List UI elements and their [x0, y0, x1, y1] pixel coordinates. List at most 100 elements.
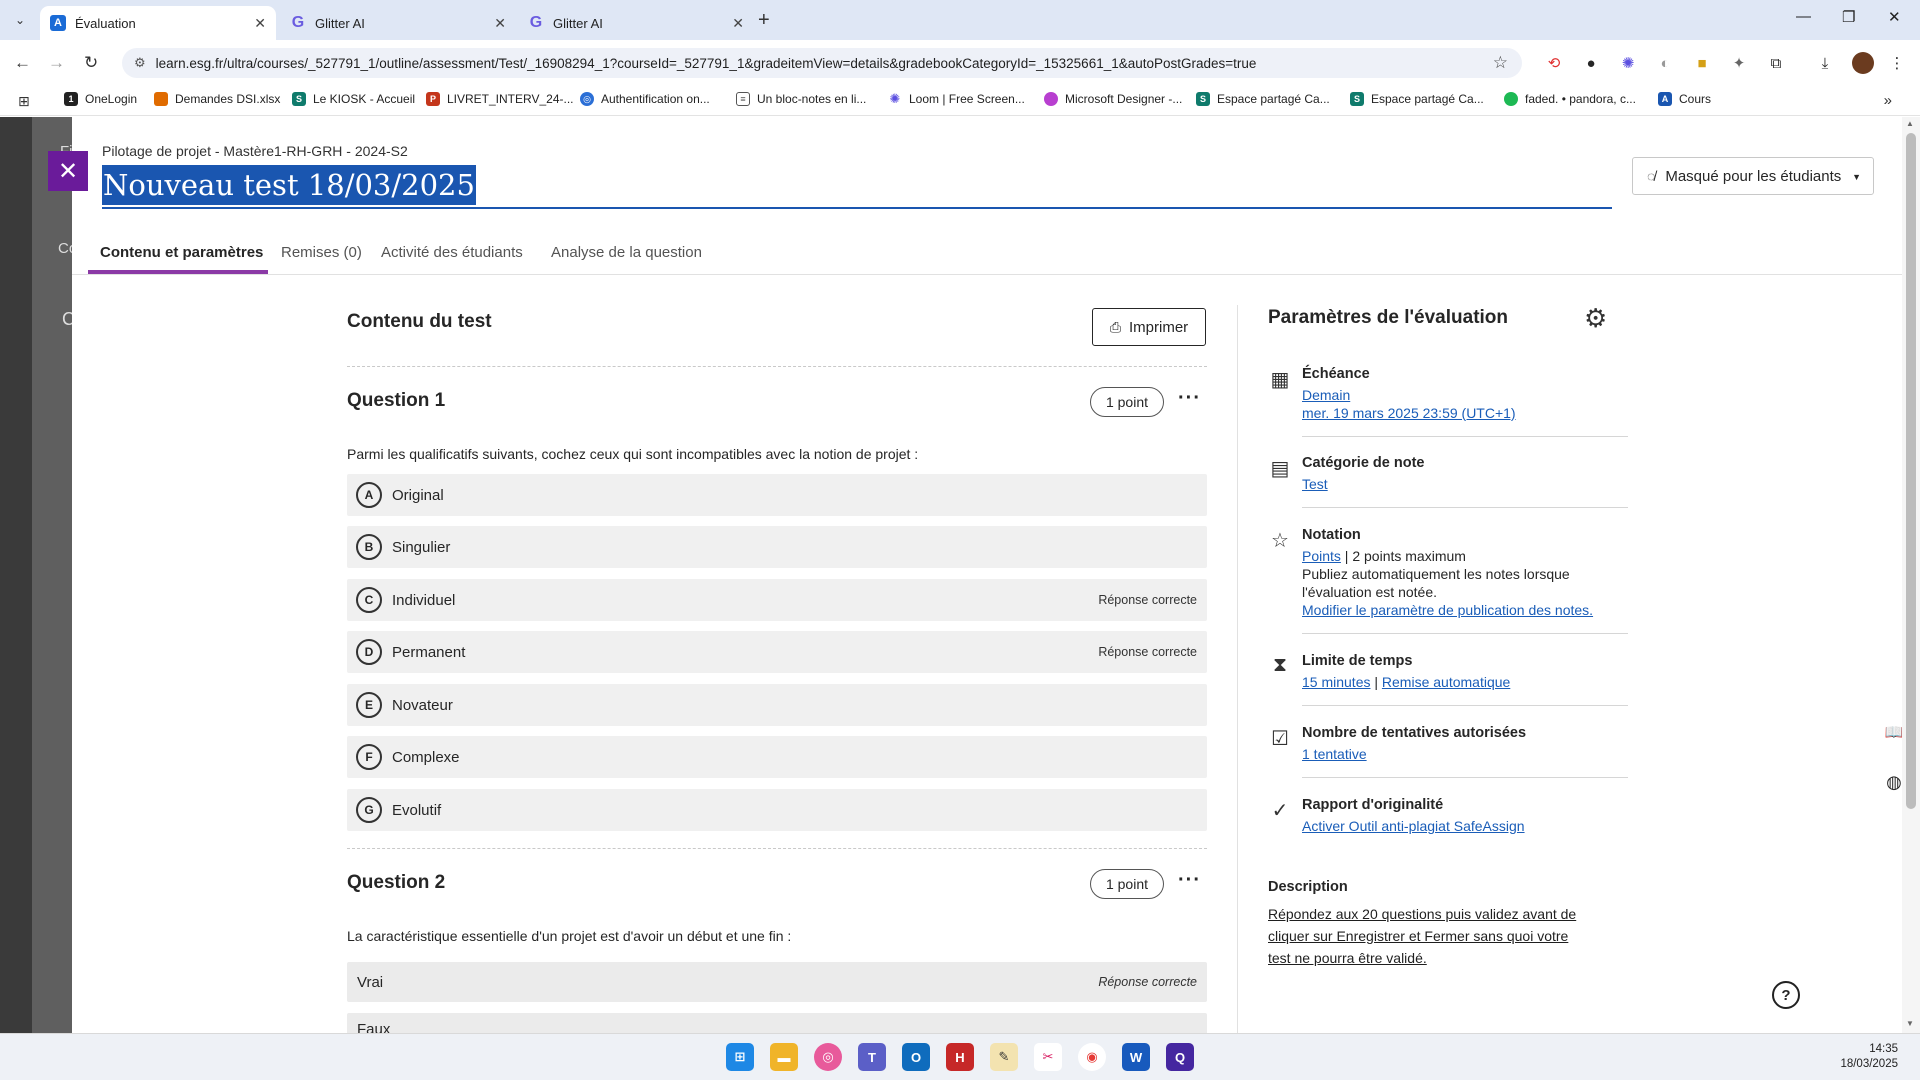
- snipping-tool-icon[interactable]: ✂: [1034, 1043, 1062, 1071]
- loom-icon: ✺: [888, 91, 902, 106]
- bookmark-demandes-dsi[interactable]: Demandes DSI.xlsx: [154, 92, 280, 106]
- divider: [1302, 507, 1628, 508]
- browser-menu-icon[interactable]: ⋮: [1886, 52, 1908, 74]
- close-tab-icon[interactable]: ✕: [732, 15, 744, 32]
- grading-star-icon: ☆: [1271, 530, 1289, 552]
- download-icon[interactable]: ⤓: [1814, 52, 1836, 74]
- divider: [1302, 436, 1628, 437]
- tab-submissions[interactable]: Remises (0): [281, 244, 362, 261]
- address-bar[interactable]: ⚙ learn.esg.fr/ultra/courses/_527791_1/o…: [122, 48, 1522, 78]
- extension-icon-4[interactable]: ◐: [1654, 52, 1676, 74]
- page-scrollbar[interactable]: ▲ ▼: [1902, 117, 1920, 1033]
- word-icon[interactable]: W: [1122, 1043, 1150, 1071]
- safeassign-link[interactable]: Activer Outil anti-plagiat SafeAssign: [1302, 817, 1628, 835]
- help-icon[interactable]: ?: [1772, 981, 1800, 1009]
- bookmark-bloc-notes[interactable]: ≡ Un bloc-notes en li...: [736, 92, 866, 106]
- outlook-icon[interactable]: O: [902, 1043, 930, 1071]
- scroll-down-icon[interactable]: ▼: [1906, 1019, 1914, 1028]
- bookmark-kiosk[interactable]: S Le KIOSK - Accueil: [292, 92, 415, 106]
- extensions-puzzle-icon[interactable]: ⧉: [1765, 52, 1787, 74]
- attempts-link[interactable]: 1 tentative: [1302, 745, 1628, 763]
- file-explorer-icon[interactable]: ▬: [770, 1043, 798, 1071]
- answer-text: Individuel: [392, 591, 456, 609]
- spotify-icon: [1504, 92, 1518, 106]
- more-bookmarks-icon[interactable]: »: [1884, 92, 1892, 109]
- browser-tab-evaluation[interactable]: A Évaluation ✕: [40, 6, 276, 40]
- close-window-icon[interactable]: ✕: [1888, 8, 1901, 26]
- bookmark-spotify[interactable]: faded. • pandora, c...: [1504, 92, 1636, 106]
- windows-start-icon[interactable]: ⊞: [726, 1043, 754, 1071]
- browser-tab-glitter-1[interactable]: G Glitter AI ✕: [280, 6, 516, 40]
- bookmark-onelogin[interactable]: 1 OneLogin: [64, 92, 137, 106]
- bookmark-loom[interactable]: ✺ Loom | Free Screen...: [888, 91, 1025, 106]
- bookmark-label: Cours: [1679, 92, 1712, 106]
- new-tab-plus-icon[interactable]: +: [758, 9, 770, 32]
- chrome-icon[interactable]: ◉: [1078, 1043, 1106, 1071]
- bookmark-authentification[interactable]: ◎ Authentification on...: [580, 92, 710, 106]
- question-2-points[interactable]: 1 point: [1090, 869, 1164, 899]
- scrollbar-thumb[interactable]: [1906, 133, 1916, 809]
- q-app-icon[interactable]: Q: [1166, 1043, 1194, 1071]
- modify-publication-link[interactable]: Modifier le paramètre de publication des…: [1302, 601, 1628, 619]
- site-info-icon[interactable]: ⚙: [134, 55, 146, 71]
- time-limit-setting: ⧗ Limite de temps 15 minutes | Remise au…: [1268, 652, 1628, 691]
- extension-icon-5[interactable]: ■: [1691, 52, 1713, 74]
- due-date-link[interactable]: Demain: [1302, 386, 1628, 404]
- tab-question-analysis[interactable]: Analyse de la question: [551, 244, 702, 261]
- page-title[interactable]: Nouveau test 18/03/2025: [102, 165, 476, 205]
- tab-list-chevron-icon[interactable]: ⌄: [8, 8, 32, 32]
- bookmark-label: Espace partagé Ca...: [1217, 92, 1330, 106]
- extension-icon-3[interactable]: ✺: [1617, 52, 1639, 74]
- description-text[interactable]: Répondez aux 20 questions puis validez a…: [1268, 903, 1578, 969]
- grading-points-link[interactable]: Points: [1302, 548, 1341, 564]
- pencil-app-icon[interactable]: ✎: [990, 1043, 1018, 1071]
- letter-badge: F: [356, 744, 382, 770]
- test-content-heading: Contenu du test: [347, 311, 492, 332]
- gear-icon[interactable]: ⚙: [1584, 303, 1607, 334]
- bookmark-designer[interactable]: Microsoft Designer -...: [1044, 92, 1182, 106]
- grading-setting: ☆ Notation Points | 2 points maximum Pub…: [1268, 526, 1628, 619]
- bookmark-star-icon[interactable]: ☆: [1493, 53, 1508, 73]
- h-app-icon[interactable]: H: [946, 1043, 974, 1071]
- time-limit-link[interactable]: 15 minutes: [1302, 674, 1370, 690]
- teams-icon[interactable]: T: [858, 1043, 886, 1071]
- answer-option: Faux: [347, 1013, 1207, 1033]
- reload-icon[interactable]: ↻: [84, 53, 98, 73]
- grade-category-link[interactable]: Test: [1302, 475, 1628, 493]
- print-button[interactable]: ⎙ Imprimer: [1092, 308, 1206, 346]
- bookmark-espace-1[interactable]: S Espace partagé Ca...: [1196, 92, 1330, 106]
- photos-icon[interactable]: ◎: [814, 1043, 842, 1071]
- forward-arrow-icon[interactable]: →: [48, 53, 65, 73]
- question-1-more-icon[interactable]: ···: [1178, 387, 1201, 410]
- setting-label: Échéance: [1302, 366, 1370, 382]
- extension-icon-6[interactable]: ✦: [1728, 52, 1750, 74]
- question-2-more-icon[interactable]: ···: [1178, 869, 1201, 892]
- tab-student-activity[interactable]: Activité des étudiants: [381, 244, 523, 261]
- close-tab-icon[interactable]: ✕: [494, 15, 506, 32]
- bookmark-cours[interactable]: A Cours: [1658, 92, 1711, 106]
- back-arrow-icon[interactable]: ←: [14, 53, 31, 73]
- assessment-panel: Pilotage de projet - Mastère1-RH-GRH - 2…: [72, 117, 1902, 1033]
- due-date-value[interactable]: mer. 19 mars 2025 23:59 (UTC+1): [1302, 404, 1628, 422]
- question-2-text: La caractéristique essentielle d'un proj…: [347, 928, 792, 944]
- scroll-up-icon[interactable]: ▲: [1906, 119, 1914, 128]
- bookmark-espace-2[interactable]: S Espace partagé Ca...: [1350, 92, 1484, 106]
- letter-badge: A: [356, 482, 382, 508]
- tab-content-settings[interactable]: Contenu et paramètres: [100, 244, 263, 261]
- bookmark-livret[interactable]: P LIVRET_INTERV_24-...: [426, 92, 574, 106]
- profile-avatar[interactable]: [1852, 52, 1874, 74]
- apps-grid-icon[interactable]: ⊞: [18, 93, 30, 110]
- extension-icon-2[interactable]: ●: [1580, 52, 1602, 74]
- visibility-dropdown[interactable]: ◌̸ Masqué pour les étudiants ▼: [1632, 157, 1874, 195]
- system-clock[interactable]: 14:35 18/03/2025: [1840, 1042, 1898, 1072]
- caret-down-icon: ▼: [1852, 172, 1861, 182]
- question-1-points[interactable]: 1 point: [1090, 387, 1164, 417]
- close-panel-button[interactable]: ✕: [48, 151, 88, 191]
- minimize-icon[interactable]: —: [1796, 8, 1811, 25]
- browser-tab-glitter-2[interactable]: G Glitter AI ✕: [518, 6, 754, 40]
- restore-icon[interactable]: ❐: [1842, 8, 1855, 26]
- bookmark-label: Le KIOSK - Accueil: [313, 92, 416, 106]
- close-tab-icon[interactable]: ✕: [254, 15, 266, 32]
- extension-icon-1[interactable]: ⟲: [1543, 52, 1565, 74]
- auto-submit-link[interactable]: Remise automatique: [1382, 674, 1510, 690]
